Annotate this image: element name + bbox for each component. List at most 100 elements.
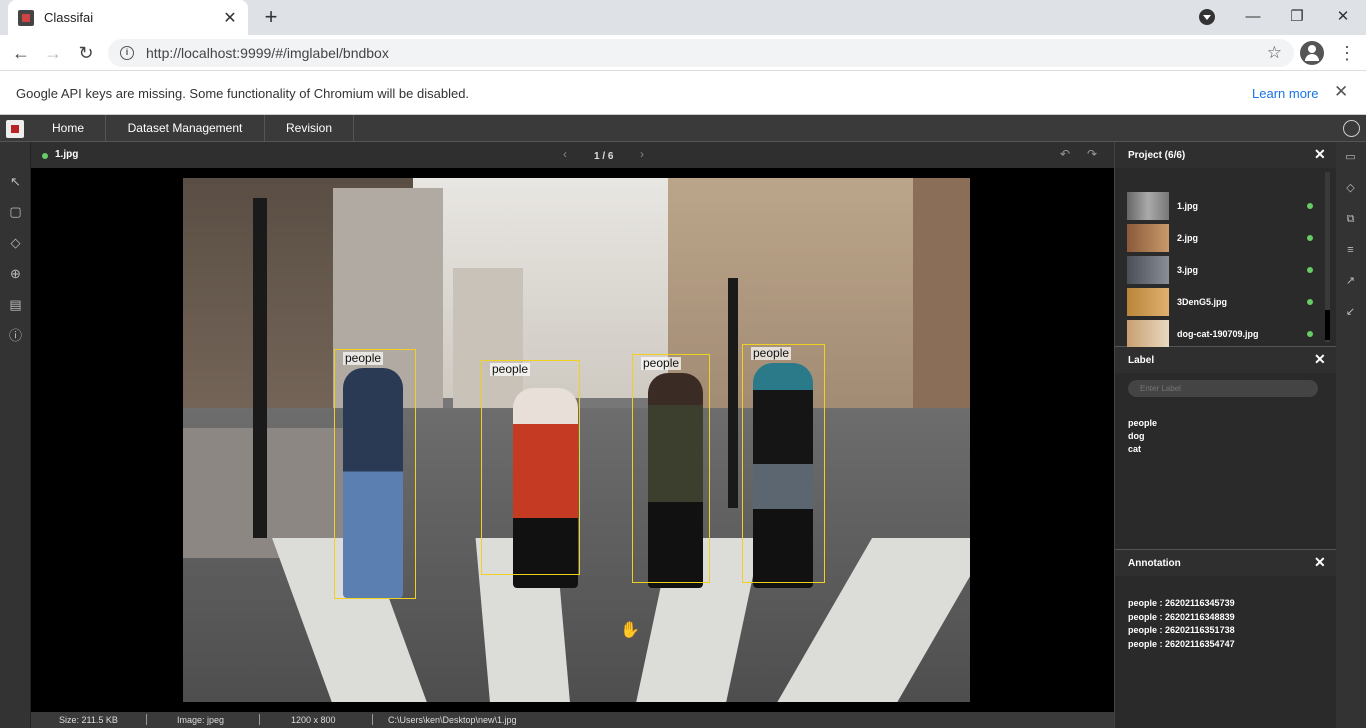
- restore-button[interactable]: ❐: [1284, 4, 1310, 30]
- file-name: 3DenG5.jpg: [1177, 297, 1228, 307]
- annotation-panel: Annotation ✕ people : 26202116345739 peo…: [1115, 550, 1337, 728]
- pointer-icon[interactable]: ↖: [8, 174, 23, 189]
- tab-title: Classifai: [44, 10, 94, 25]
- project-scrollbar-thumb[interactable]: [1325, 310, 1330, 340]
- file-status-dot: [1307, 203, 1313, 209]
- menu-dataset-management[interactable]: Dataset Management: [106, 115, 265, 142]
- folder-icon[interactable]: ▭: [1344, 151, 1357, 164]
- prev-image-icon[interactable]: ‹: [563, 147, 567, 161]
- copy-icon[interactable]: ⧉: [1344, 213, 1357, 226]
- reload-icon[interactable]: ↻: [73, 40, 99, 66]
- label-list: people dog cat: [1128, 417, 1157, 456]
- project-panel-header: Project (6/6) ✕: [1115, 142, 1337, 168]
- address-bar[interactable]: i http://localhost:9999/#/imglabel/bndbo…: [108, 39, 1294, 67]
- annotation-item[interactable]: people : 26202116345739: [1128, 597, 1235, 611]
- file-thumbnail: [1127, 320, 1169, 348]
- url-text[interactable]: http://localhost:9999/#/imglabel/bndbox: [146, 45, 1267, 61]
- save-icon[interactable]: ▤: [8, 297, 23, 312]
- label-panel-close-icon[interactable]: ✕: [1314, 351, 1326, 368]
- crosshair-icon[interactable]: ⊕: [8, 266, 23, 281]
- photo-building-far-right: [913, 178, 970, 428]
- viewer-header: 1.jpg ‹ 1 / 6 › ↶ ↷: [31, 142, 1114, 168]
- account-icon[interactable]: [1300, 41, 1324, 65]
- bounding-box[interactable]: people: [632, 354, 710, 583]
- traffic-light-pole: [253, 198, 267, 538]
- annotation-panel-close-icon[interactable]: ✕: [1314, 554, 1326, 571]
- learn-more-link[interactable]: Learn more: [1252, 86, 1318, 101]
- redo-icon[interactable]: ↷: [1087, 147, 1097, 161]
- back-arrow-icon[interactable]: ←: [8, 40, 34, 66]
- project-panel-close-icon[interactable]: ✕: [1314, 146, 1326, 163]
- project-file-item[interactable]: 1.jpg: [1127, 192, 1321, 220]
- label-panel-header: Label ✕: [1115, 347, 1337, 373]
- enter-label-input[interactable]: [1128, 380, 1318, 397]
- project-panel-title: Project (6/6): [1128, 150, 1186, 161]
- bookmark-star-icon[interactable]: ☆: [1267, 43, 1282, 63]
- infobar-close-icon[interactable]: ✕: [1334, 82, 1348, 102]
- tab-close-icon[interactable]: ✕: [222, 8, 238, 28]
- annotation-panel-header: Annotation ✕: [1115, 550, 1337, 576]
- file-name: dog-cat-190709.jpg: [1177, 329, 1259, 339]
- classifai-app: Home Dataset Management Revision ↖ ▢ ◇ ⊕…: [0, 115, 1366, 728]
- annotation-panel-title: Annotation: [1128, 558, 1181, 569]
- file-name: 3.jpg: [1177, 265, 1199, 275]
- minimize-button[interactable]: —: [1240, 4, 1266, 30]
- next-image-icon[interactable]: ›: [640, 147, 644, 161]
- export-icon[interactable]: ↗: [1344, 275, 1357, 288]
- browser-tabstrip: Classifai ✕ + — ❐ ✕: [0, 0, 1366, 35]
- project-file-item[interactable]: 3.jpg: [1127, 256, 1321, 284]
- status-divider: [372, 714, 373, 725]
- labeled-photo[interactable]: people people people people ✋: [183, 178, 970, 702]
- tab-search-icon[interactable]: [1199, 9, 1215, 25]
- file-status-dot: [1307, 267, 1313, 273]
- file-status-dot: [42, 153, 48, 159]
- status-image-type: Image: jpeg: [177, 715, 225, 725]
- undo-icon[interactable]: ↶: [1060, 147, 1070, 161]
- app-menubar: Home Dataset Management Revision: [0, 115, 1366, 142]
- new-tab-button[interactable]: +: [258, 4, 284, 30]
- annotation-item[interactable]: people : 26202116351738: [1128, 624, 1235, 638]
- bounding-box-icon[interactable]: ▢: [8, 204, 23, 219]
- menu-revision[interactable]: Revision: [265, 115, 354, 142]
- project-file-item[interactable]: dog-cat-190709.jpg: [1127, 320, 1321, 348]
- user-account-icon[interactable]: [1343, 120, 1360, 137]
- file-name: 1.jpg: [1177, 201, 1199, 211]
- label-item[interactable]: dog: [1128, 430, 1157, 443]
- menu-home[interactable]: Home: [31, 115, 106, 142]
- current-filename: 1.jpg: [55, 149, 79, 160]
- project-file-item[interactable]: 2.jpg: [1127, 224, 1321, 252]
- browser-toolbar: ← → ↻ i http://localhost:9999/#/imglabel…: [0, 35, 1366, 71]
- file-thumbnail: [1127, 256, 1169, 284]
- hand-cursor-icon: ✋: [620, 622, 640, 639]
- window-close-button[interactable]: ✕: [1330, 4, 1356, 30]
- file-thumbnail: [1127, 224, 1169, 252]
- import-icon[interactable]: ↙: [1344, 306, 1357, 319]
- annotation-item[interactable]: people : 26202116354747: [1128, 638, 1235, 652]
- file-status-dot: [1307, 235, 1313, 241]
- browser-tab[interactable]: Classifai ✕: [8, 0, 248, 35]
- menu-kebab-icon[interactable]: ⋮: [1338, 41, 1356, 65]
- label-tag-icon[interactable]: ◇: [1344, 182, 1357, 195]
- bounding-box-label: people: [343, 351, 384, 365]
- annotation-list: people : 26202116345739 people : 2620211…: [1128, 597, 1235, 651]
- label-item[interactable]: people: [1128, 417, 1157, 430]
- classifai-logo-icon: [6, 120, 24, 138]
- label-item[interactable]: cat: [1128, 443, 1157, 456]
- bounding-box-label: people: [751, 346, 792, 360]
- info-icon[interactable]: ⓘ: [8, 328, 23, 343]
- image-statusbar: Size: 211.5 KB Image: jpeg 1200 x 800 C:…: [31, 712, 1114, 728]
- align-icon[interactable]: ≡: [1344, 244, 1357, 257]
- api-keys-infobar: Google API keys are missing. Some functi…: [0, 71, 1366, 115]
- site-info-icon[interactable]: i: [120, 46, 134, 60]
- file-thumbnail: [1127, 192, 1169, 220]
- annotation-item[interactable]: people : 26202116348839: [1128, 611, 1235, 625]
- tag-icon[interactable]: ◇: [8, 235, 23, 250]
- classifai-favicon-icon: [18, 9, 34, 26]
- project-file-item[interactable]: 3DenG5.jpg: [1127, 288, 1321, 316]
- bounding-box[interactable]: people: [742, 344, 825, 583]
- bounding-box[interactable]: people: [481, 360, 580, 575]
- bounding-box[interactable]: people: [334, 349, 416, 599]
- status-size: Size: 211.5 KB: [59, 715, 118, 725]
- forward-arrow-icon[interactable]: →: [40, 40, 66, 66]
- label-panel: Label ✕ people dog cat: [1115, 347, 1337, 550]
